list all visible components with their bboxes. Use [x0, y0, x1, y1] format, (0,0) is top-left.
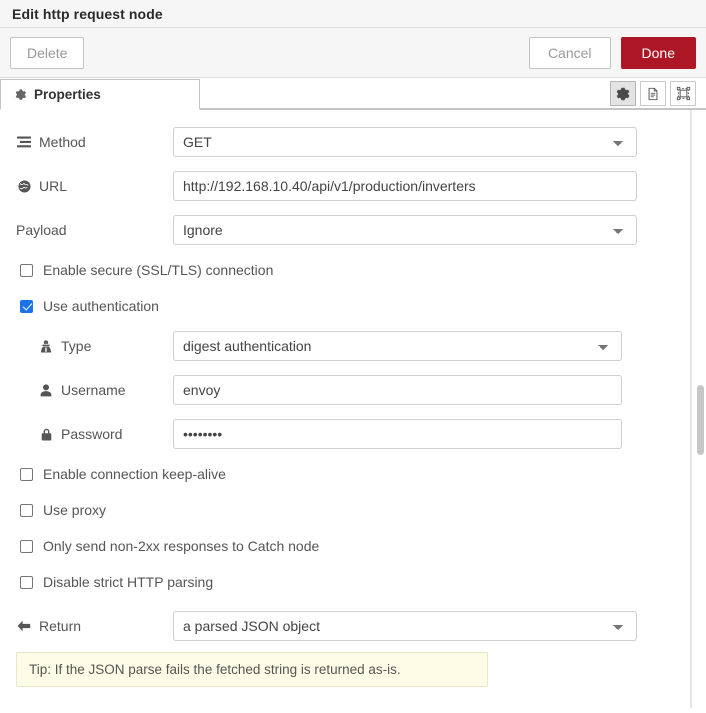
ssl-checkbox[interactable] — [20, 263, 33, 277]
url-label-group: URL — [16, 178, 173, 194]
tab-properties[interactable]: Properties — [0, 79, 200, 110]
primary-actions: Cancel Done — [528, 36, 696, 69]
auth-type-label: Type — [61, 338, 92, 354]
appearance-icon — [676, 86, 690, 101]
username-label-group: Username — [38, 382, 173, 398]
auth-checkbox[interactable] — [20, 299, 33, 313]
keepalive-checkbox[interactable] — [20, 467, 33, 481]
non2xx-label[interactable]: Only send non-2xx responses to Catch nod… — [43, 538, 319, 554]
strict-parsing-label[interactable]: Disable strict HTTP parsing — [43, 574, 213, 590]
arrow-left-icon — [16, 620, 32, 632]
non2xx-checkbox[interactable] — [20, 539, 33, 553]
gear-icon — [616, 87, 630, 100]
method-label: Method — [39, 134, 86, 150]
globe-icon — [16, 179, 32, 193]
tab-strip: Properties — [0, 78, 706, 110]
proxy-checkbox[interactable] — [20, 503, 33, 517]
user-secret-icon — [38, 339, 54, 353]
tasks-icon — [16, 136, 32, 148]
dialog-titlebar: Edit http request node — [0, 0, 706, 28]
auth-label[interactable]: Use authentication — [43, 298, 159, 314]
url-row: URL — [0, 171, 706, 201]
auth-type-row: Type digest authentication — [0, 331, 706, 361]
url-label: URL — [39, 178, 68, 194]
dialog-button-bar: Delete Cancel Done — [0, 28, 706, 78]
lock-icon — [38, 428, 54, 441]
done-button[interactable]: Done — [620, 36, 696, 69]
username-label: Username — [61, 382, 126, 398]
username-input[interactable] — [173, 375, 622, 405]
gear-icon — [15, 88, 27, 101]
password-label-group: Password — [38, 426, 173, 442]
keepalive-label[interactable]: Enable connection keep-alive — [43, 466, 226, 482]
password-label: Password — [61, 426, 123, 442]
tab-tool-buttons — [610, 81, 696, 106]
tip-box: Tip: If the JSON parse fails the fetched… — [16, 652, 488, 687]
keepalive-checkbox-row[interactable]: Enable connection keep-alive — [0, 464, 706, 484]
user-icon — [38, 383, 54, 397]
payload-label-group: Payload — [16, 222, 173, 238]
proxy-label[interactable]: Use proxy — [43, 502, 106, 518]
proxy-checkbox-row[interactable]: Use proxy — [0, 500, 706, 520]
password-row: Password — [0, 419, 706, 449]
auth-type-select[interactable]: digest authentication — [173, 331, 622, 361]
tab-properties-label: Properties — [34, 87, 101, 102]
description-icon — [648, 87, 658, 100]
method-label-group: Method — [16, 134, 173, 150]
return-label-group: Return — [16, 618, 173, 634]
return-row: Return a parsed JSON object — [0, 611, 706, 641]
description-icon-button[interactable] — [640, 81, 666, 106]
ssl-checkbox-row[interactable]: Enable secure (SSL/TLS) connection — [0, 260, 706, 280]
return-select[interactable]: a parsed JSON object — [173, 611, 637, 641]
payload-label: Payload — [16, 222, 67, 238]
scrollbar-thumb[interactable] — [697, 385, 704, 455]
strict-parsing-checkbox-row[interactable]: Disable strict HTTP parsing — [0, 572, 706, 592]
ssl-label[interactable]: Enable secure (SSL/TLS) connection — [43, 262, 273, 278]
non2xx-checkbox-row[interactable]: Only send non-2xx responses to Catch nod… — [0, 536, 706, 556]
url-input[interactable] — [173, 171, 637, 201]
payload-row: Payload Ignore — [0, 215, 706, 245]
auth-type-label-group: Type — [38, 338, 173, 354]
dialog-title: Edit http request node — [12, 5, 163, 22]
return-label: Return — [39, 618, 82, 634]
payload-select[interactable]: Ignore — [173, 215, 637, 245]
gear-icon-button[interactable] — [610, 81, 636, 106]
delete-button[interactable]: Delete — [10, 36, 85, 69]
properties-form: Method GET URL Payload Ignore Ena — [0, 110, 706, 708]
method-row: Method GET — [0, 127, 706, 157]
scrollbar-track[interactable] — [691, 110, 706, 708]
strict-parsing-checkbox[interactable] — [20, 575, 33, 589]
username-row: Username — [0, 375, 706, 405]
cancel-button[interactable]: Cancel — [528, 36, 611, 69]
method-select[interactable]: GET — [173, 127, 637, 157]
password-input[interactable] — [173, 419, 622, 449]
auth-checkbox-row[interactable]: Use authentication — [0, 296, 706, 316]
appearance-icon-button[interactable] — [670, 81, 696, 106]
